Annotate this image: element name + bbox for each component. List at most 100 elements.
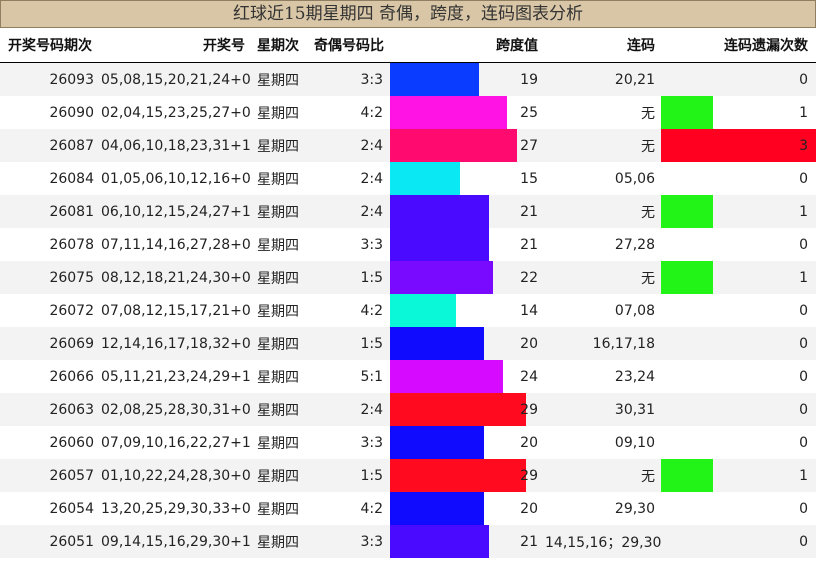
span-bar	[390, 525, 489, 558]
span-cell: 20	[390, 327, 545, 360]
span-value: 29	[520, 468, 538, 484]
span-value: 20	[520, 435, 538, 451]
numbers-cell: 13,20,25,29,30,33+02	[101, 492, 251, 525]
numbers-cell: 09,14,15,16,29,30+10	[101, 525, 251, 558]
span-bar	[390, 96, 508, 129]
consecutive-cell: 无	[545, 459, 661, 492]
numbers-cell: 07,11,14,16,27,28+06	[101, 228, 251, 261]
issue-cell: 26075	[0, 261, 101, 294]
odd-even-ratio-cell: 3:3	[306, 525, 390, 558]
weekday-cell: 星期四	[251, 426, 306, 459]
header-span: 跨度值	[390, 28, 545, 63]
consecutive-cell: 05,06	[545, 162, 661, 195]
table-row: 26066 05,11,21,23,24,29+16 星期四 5:1 24 23,24 0	[0, 360, 816, 393]
odd-even-ratio-cell: 1:5	[306, 459, 390, 492]
consecutive-miss-cell: 0	[661, 294, 816, 327]
consecutive-miss-cell: 0	[661, 162, 816, 195]
span-value: 21	[520, 534, 538, 550]
odd-even-ratio-cell: 2:4	[306, 162, 390, 195]
odd-even-ratio-cell: 4:2	[306, 294, 390, 327]
span-value: 25	[520, 105, 538, 121]
odd-even-ratio-cell: 1:5	[306, 261, 390, 294]
weekday-cell: 星期四	[251, 162, 306, 195]
issue-cell: 26087	[0, 129, 101, 162]
odd-even-ratio-cell: 3:3	[306, 62, 390, 96]
span-cell: 15	[390, 162, 545, 195]
table-row: 26087 04,06,10,18,23,31+11 星期四 2:4 27 无 3	[0, 129, 816, 162]
miss-bar	[661, 96, 713, 129]
numbers-cell: 02,04,15,23,25,27+03	[101, 96, 251, 129]
numbers-cell: 05,11,21,23,24,29+16	[101, 360, 251, 393]
table-row: 26078 07,11,14,16,27,28+06 星期四 3:3 21 27,28 0	[0, 228, 816, 261]
weekday-cell: 星期四	[251, 261, 306, 294]
consecutive-cell: 无	[545, 129, 661, 162]
span-cell: 14	[390, 294, 545, 327]
header-numbers: 开奖号	[101, 28, 251, 63]
issue-cell: 26078	[0, 228, 101, 261]
issue-cell: 26051	[0, 525, 101, 558]
weekday-cell: 星期四	[251, 294, 306, 327]
issue-cell: 26069	[0, 327, 101, 360]
numbers-cell: 01,05,06,10,12,16+05	[101, 162, 251, 195]
numbers-cell: 12,14,16,17,18,32+08	[101, 327, 251, 360]
table-row: 26090 02,04,15,23,25,27+03 星期四 4:2 25 无 1	[0, 96, 816, 129]
consecutive-cell: 27,28	[545, 228, 661, 261]
consecutive-cell: 14,15,16；29,30	[545, 525, 661, 558]
odd-even-ratio-cell: 4:2	[306, 96, 390, 129]
consecutive-cell: 无	[545, 261, 661, 294]
miss-value: 0	[799, 501, 808, 517]
weekday-cell: 星期四	[251, 327, 306, 360]
consecutive-miss-cell: 1	[661, 195, 816, 228]
span-bar	[390, 492, 484, 525]
table-row: 26060 07,09,10,16,22,27+11 星期四 3:3 20 09,10 0	[0, 426, 816, 459]
table-row: 26072 07,08,12,15,17,21+01 星期四 4:2 14 07,08 0	[0, 294, 816, 327]
miss-value: 1	[799, 468, 808, 484]
miss-bar	[661, 261, 713, 294]
miss-value: 1	[799, 270, 808, 286]
span-value: 24	[520, 369, 538, 385]
odd-even-ratio-cell: 2:4	[306, 195, 390, 228]
span-cell: 21	[390, 228, 545, 261]
issue-cell: 26093	[0, 62, 101, 96]
consecutive-cell: 30,31	[545, 393, 661, 426]
miss-value: 0	[799, 237, 808, 253]
analysis-table: 开奖号码期次 开奖号 星期次 奇偶号码比 跨度值 连码 连码遗漏次数 26093…	[0, 28, 816, 558]
issue-cell: 26072	[0, 294, 101, 327]
weekday-cell: 星期四	[251, 228, 306, 261]
weekday-cell: 星期四	[251, 459, 306, 492]
issue-cell: 26054	[0, 492, 101, 525]
span-value: 29	[520, 402, 538, 418]
miss-value: 0	[799, 303, 808, 319]
numbers-cell: 04,06,10,18,23,31+11	[101, 129, 251, 162]
consecutive-miss-cell: 1	[661, 96, 816, 129]
numbers-cell: 07,09,10,16,22,27+11	[101, 426, 251, 459]
span-cell: 25	[390, 96, 545, 129]
miss-bar	[661, 459, 713, 492]
odd-even-ratio-cell: 3:3	[306, 426, 390, 459]
page-title: 红球近15期星期四 奇偶，跨度，连码图表分析	[0, 0, 816, 28]
miss-value: 0	[799, 435, 808, 451]
issue-cell: 26090	[0, 96, 101, 129]
issue-cell: 26060	[0, 426, 101, 459]
consecutive-miss-cell: 0	[661, 492, 816, 525]
consecutive-cell: 07,08	[545, 294, 661, 327]
span-bar	[390, 63, 480, 96]
odd-even-ratio-cell: 2:4	[306, 129, 390, 162]
numbers-cell: 01,10,22,24,28,30+07	[101, 459, 251, 492]
span-cell: 20	[390, 492, 545, 525]
odd-even-ratio-cell: 2:4	[306, 393, 390, 426]
span-cell: 29	[390, 459, 545, 492]
table-row: 26063 02,08,25,28,30,31+02 星期四 2:4 29 30,31 0	[0, 393, 816, 426]
table-row: 26081 06,10,12,15,24,27+12 星期四 2:4 21 无 1	[0, 195, 816, 228]
numbers-cell: 08,12,18,21,24,30+01	[101, 261, 251, 294]
consecutive-cell: 23,24	[545, 360, 661, 393]
weekday-cell: 星期四	[251, 525, 306, 558]
header-issue: 开奖号码期次	[0, 28, 101, 63]
span-bar	[390, 261, 494, 294]
span-cell: 19	[390, 62, 545, 96]
span-bar	[390, 459, 527, 492]
miss-value: 1	[799, 204, 808, 220]
table-row: 26075 08,12,18,21,24,30+01 星期四 1:5 22 无 1	[0, 261, 816, 294]
weekday-cell: 星期四	[251, 62, 306, 96]
table-row: 26054 13,20,25,29,30,33+02 星期四 4:2 20 29,30 0	[0, 492, 816, 525]
